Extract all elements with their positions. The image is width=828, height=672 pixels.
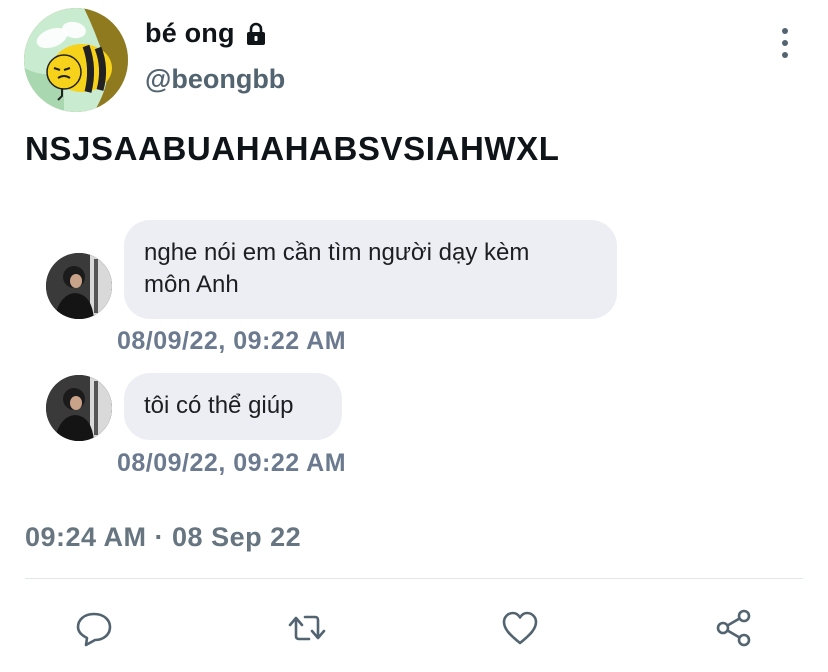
share-icon	[716, 609, 751, 647]
tweet-text: NSJSAABUAHAHABSVSIAHWXL	[25, 130, 560, 167]
person-photo-icon	[46, 253, 112, 319]
like-button[interactable]	[498, 606, 542, 650]
more-options-icon[interactable]	[775, 28, 795, 58]
message-text-line: môn Anh	[144, 271, 239, 298]
avatar[interactable]	[24, 8, 128, 112]
reply-button[interactable]	[72, 606, 116, 650]
message-bubble: tôi có thể giúp	[124, 373, 342, 440]
message-text-line: tôi có thể giúp	[144, 392, 294, 419]
lock-icon	[246, 22, 265, 45]
tweet-timestamp[interactable]: 09:24 AM · 08 Sep 22	[25, 522, 301, 553]
message-text-line: nghe nói em cần tìm người dạy kèm	[144, 239, 530, 266]
message-avatar	[46, 253, 112, 319]
retweet-icon	[288, 615, 326, 641]
user-handle[interactable]: @beongbb	[145, 64, 285, 95]
message-timestamp: 08/09/22, 09:22 AM	[117, 327, 347, 355]
display-name[interactable]: bé ong	[145, 18, 269, 49]
share-button[interactable]	[712, 606, 756, 650]
divider	[25, 578, 803, 579]
message-bubble: nghe nói em cần tìm người dạy kèm môn An…	[124, 220, 617, 319]
message-timestamp: 08/09/22, 09:22 AM	[117, 449, 347, 477]
message-avatar	[46, 375, 112, 441]
reply-icon	[76, 612, 112, 647]
retweet-button[interactable]	[285, 606, 329, 650]
like-icon	[502, 611, 538, 645]
person-photo-icon	[46, 375, 112, 441]
bee-avatar-icon	[24, 8, 128, 112]
display-name-text: bé ong	[145, 18, 235, 48]
